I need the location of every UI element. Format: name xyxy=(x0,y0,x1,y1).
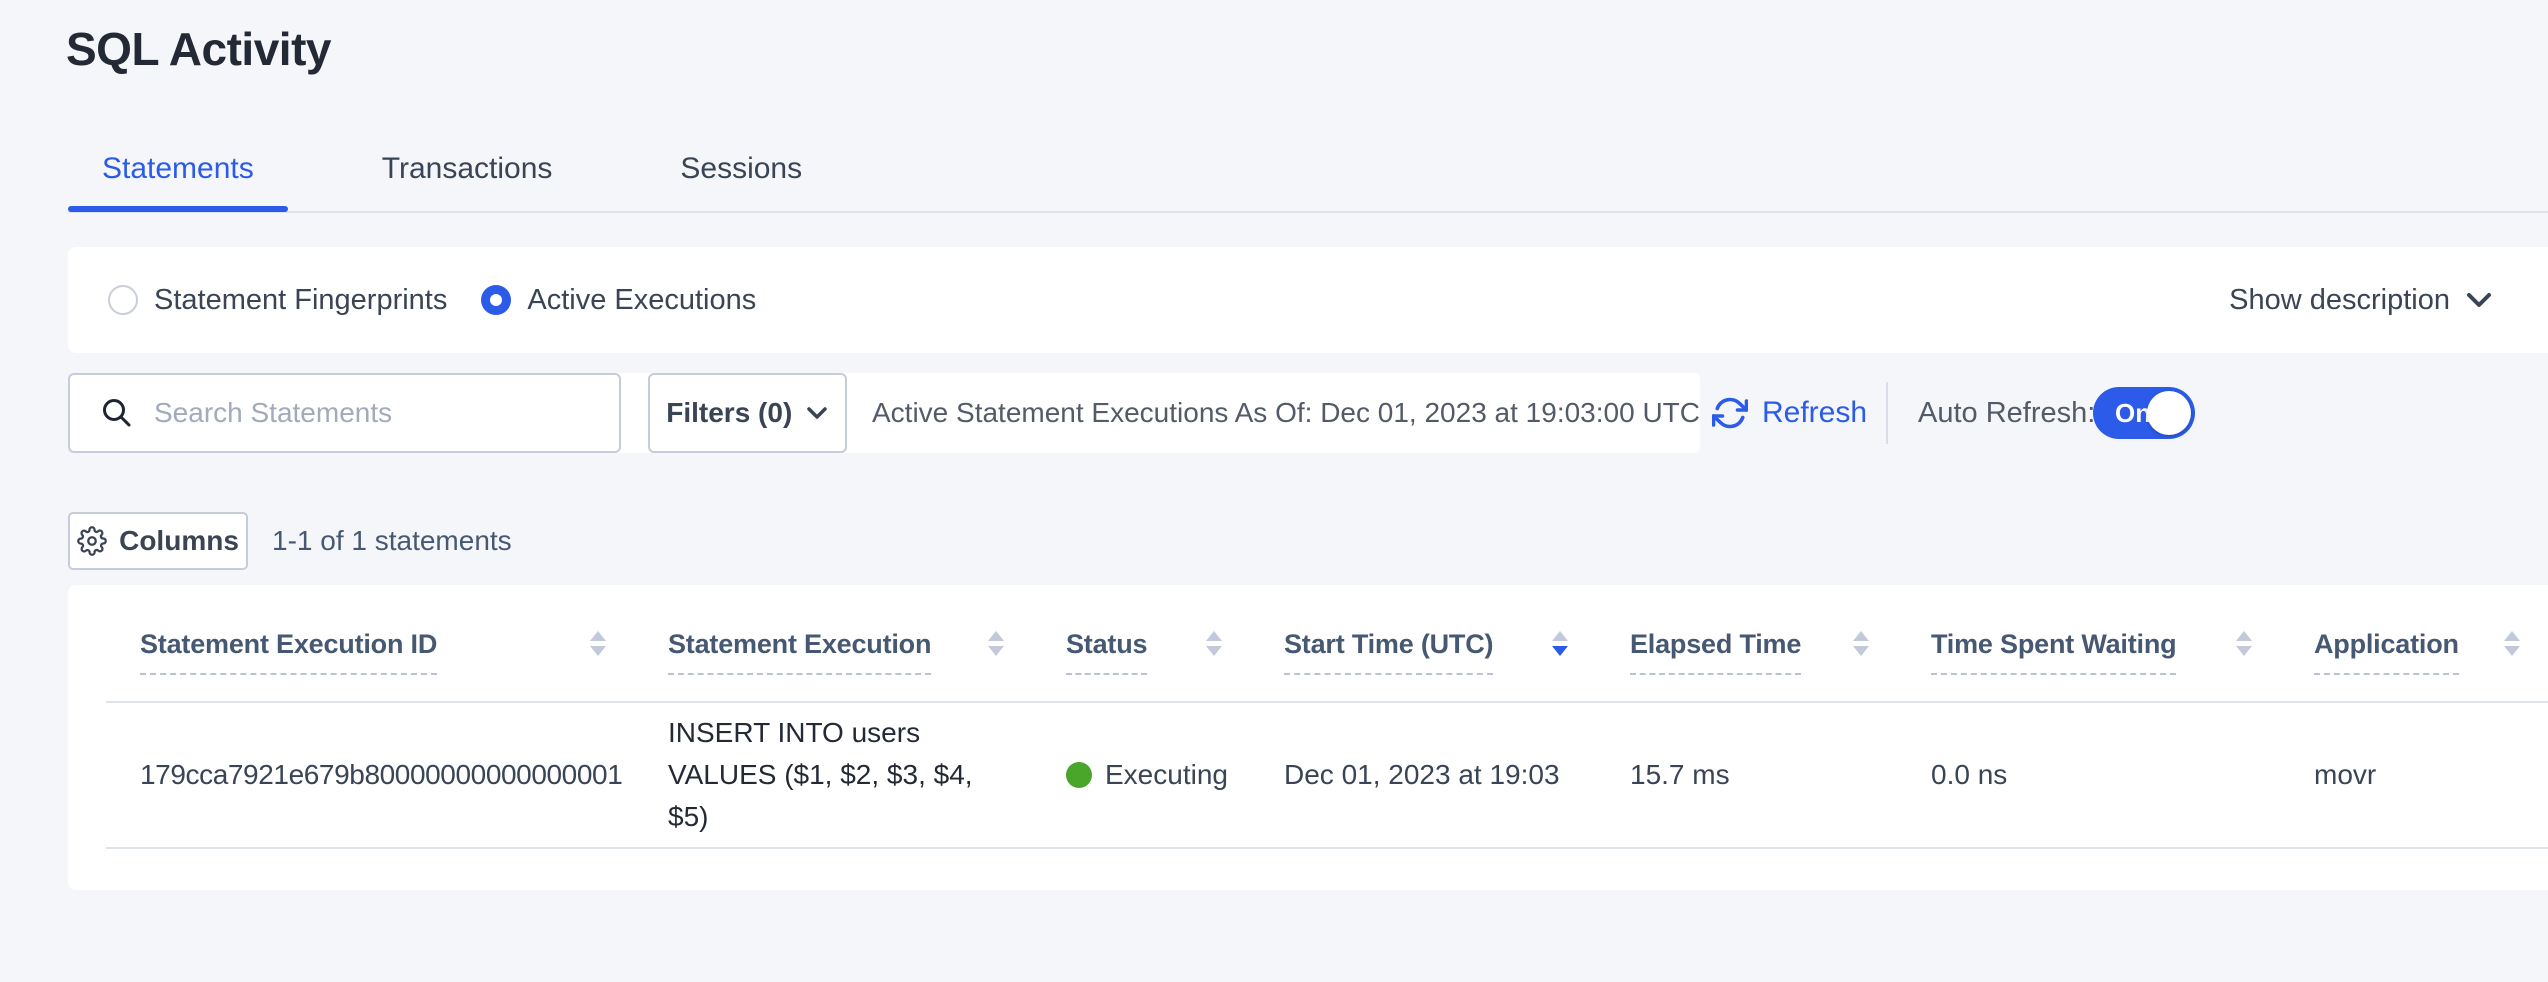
sql-activity-page: SQL Activity Statements Transactions Ses… xyxy=(0,0,2548,982)
radio-statement-fingerprints[interactable]: Statement Fingerprints xyxy=(108,284,447,317)
tab-statements[interactable]: Statements xyxy=(68,148,288,212)
sort-desc-icon xyxy=(2504,646,2520,656)
sort-icons[interactable] xyxy=(988,631,1004,656)
sort-asc-icon xyxy=(1206,631,1222,641)
table-header-row: Statement Execution ID Statement Executi… xyxy=(106,585,2548,703)
toggle-knob[interactable] xyxy=(2147,391,2191,435)
filters-button[interactable]: Filters (0) xyxy=(648,373,848,453)
radio-active-executions[interactable]: Active Executions xyxy=(481,284,756,317)
statements-table: Statement Execution ID Statement Executi… xyxy=(68,585,2548,890)
column-header[interactable]: Start Time (UTC) xyxy=(1250,585,1596,701)
gear-icon xyxy=(77,526,107,556)
chevron-down-icon xyxy=(2466,292,2492,308)
columns-button[interactable]: Columns xyxy=(68,512,248,570)
tab-bar: Statements Transactions Sessions xyxy=(68,148,2548,212)
sort-asc-icon xyxy=(1853,631,1869,641)
sort-icons[interactable] xyxy=(590,631,606,656)
auto-refresh-label: Auto Refresh: xyxy=(1918,373,2095,453)
sort-asc-icon xyxy=(2504,631,2520,641)
sort-desc-icon xyxy=(1853,646,1869,656)
search-input[interactable] xyxy=(152,382,599,444)
search-icon xyxy=(100,396,134,430)
sort-desc-icon xyxy=(988,646,1004,656)
sort-desc-icon xyxy=(590,646,606,656)
refresh-icon xyxy=(1712,395,1748,431)
cell-statement: INSERT INTO users VALUES ($1, $2, $3, $4… xyxy=(634,712,1032,838)
sort-asc-icon xyxy=(988,631,1004,641)
sort-desc-icon xyxy=(1552,646,1568,656)
cell-start-time: Dec 01, 2023 at 19:03 xyxy=(1250,759,1596,791)
tab-sessions[interactable]: Sessions xyxy=(646,148,836,212)
sort-desc-icon xyxy=(1206,646,1222,656)
show-description-toggle[interactable]: Show description xyxy=(2229,284,2548,317)
sort-icons[interactable] xyxy=(1206,631,1222,656)
tab-transactions[interactable]: Transactions xyxy=(348,148,587,212)
column-header[interactable]: Time Spent Waiting xyxy=(1897,585,2280,701)
page-title: SQL Activity xyxy=(66,22,331,76)
search-box[interactable] xyxy=(68,373,621,453)
sort-asc-icon xyxy=(2236,631,2252,641)
sort-icons[interactable] xyxy=(1552,631,1568,656)
column-header[interactable]: Statement Execution ID xyxy=(106,585,634,701)
cell-elapsed-time: 15.7 ms xyxy=(1596,759,1897,791)
sort-asc-icon xyxy=(590,631,606,641)
column-header[interactable]: Elapsed Time xyxy=(1596,585,1897,701)
vertical-divider xyxy=(1886,382,1888,444)
statement-count: 1-1 of 1 statements xyxy=(272,512,512,570)
cell-status: Executing xyxy=(1032,759,1250,791)
radio-selected-icon[interactable] xyxy=(481,285,511,315)
view-mode-card: Statement Fingerprints Active Executions… xyxy=(68,247,2548,353)
column-header[interactable]: Application xyxy=(2280,585,2548,701)
cell-time-spent-waiting: 0.0 ns xyxy=(1897,759,2280,791)
sort-desc-icon xyxy=(2236,646,2252,656)
sort-icons[interactable] xyxy=(1853,631,1869,656)
column-header[interactable]: Status xyxy=(1032,585,1250,701)
cell-application: movr xyxy=(2280,759,2548,791)
cell-execution-id: 179cca7921e679b80000000000000001 xyxy=(106,759,634,791)
refresh-button[interactable]: Refresh xyxy=(1712,373,1867,453)
column-header[interactable]: Statement Execution xyxy=(634,585,1032,701)
status-dot-icon xyxy=(1066,762,1092,788)
sort-asc-icon xyxy=(1552,631,1568,641)
table-row[interactable]: 179cca7921e679b80000000000000001 INSERT … xyxy=(106,703,2548,849)
chevron-down-icon xyxy=(806,406,828,420)
toggle-state-label: On xyxy=(2115,387,2151,439)
auto-refresh-toggle[interactable]: On xyxy=(2093,387,2195,439)
radio-unselected-icon[interactable] xyxy=(108,285,138,315)
as-of-timestamp: Active Statement Executions As Of: Dec 0… xyxy=(872,397,1700,429)
sort-icons[interactable] xyxy=(2236,631,2252,656)
search-controls-band: Filters (0) Active Statement Executions … xyxy=(68,373,1700,453)
sort-icons[interactable] xyxy=(2504,631,2520,656)
